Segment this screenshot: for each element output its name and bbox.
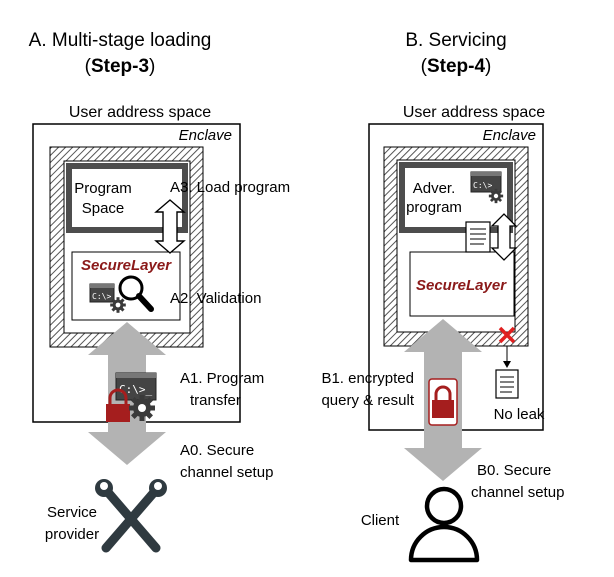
no-leak-label: No leak <box>494 406 545 423</box>
panel-a-step-label: Step-3 <box>91 56 149 77</box>
panel-b-title: B. Servicing <box>405 30 506 51</box>
panel-a-securelayer-label: SecureLayer <box>81 257 172 274</box>
wrench-icon <box>95 479 167 553</box>
a1-label-1: A1. Program <box>180 370 264 387</box>
svg-text:C:\>: C:\> <box>92 292 111 301</box>
panel-b-enclave-label: Enclave <box>483 127 536 144</box>
panel-b-user-space-label: User address space <box>403 104 545 121</box>
person-icon <box>408 486 480 563</box>
client-label: Client <box>361 512 400 529</box>
panel-b-step: (Step-4) <box>421 56 492 77</box>
adver-label-2: program <box>406 199 462 216</box>
panel-a-program-label-2: Space <box>82 200 125 217</box>
padlock-icon <box>428 378 458 426</box>
b1-label-1: B1. encrypted <box>321 370 414 387</box>
a3-label: A3. Load program <box>170 179 290 196</box>
service-provider-label-2: provider <box>45 526 99 543</box>
terminal-icon: C:\>_ <box>115 372 157 401</box>
b1-label-2: query & result <box>321 392 414 409</box>
diagram-canvas: A. Multi-stage loading (Step-3) User add… <box>29 30 564 563</box>
panel-a-step: (Step-3) <box>85 56 156 77</box>
document-icon <box>495 369 519 399</box>
a1-label-2: transfer <box>190 392 241 409</box>
a0-label-1: A0. Secure <box>180 442 254 459</box>
panel-b-securelayer-label: SecureLayer <box>416 277 507 294</box>
svg-text:C:\>: C:\> <box>473 181 492 190</box>
panel-a-user-space-label: User address space <box>69 104 211 121</box>
gear-icon <box>110 297 126 313</box>
gear-icon <box>129 395 155 421</box>
b0-label-2: channel setup <box>471 484 564 501</box>
panel-a-enclave-label: Enclave <box>179 127 232 144</box>
terminal-icon: C:\> <box>89 283 115 303</box>
adver-label-1: Adver. <box>413 180 456 197</box>
service-provider-label-1: Service <box>47 504 97 521</box>
panel-a-title: A. Multi-stage loading <box>29 30 212 51</box>
panel-a-program-label-1: Program <box>74 180 132 197</box>
panel-b-step-label: Step-4 <box>427 56 486 77</box>
gear-icon <box>488 188 504 204</box>
a2-label: A2. Validation <box>170 290 261 307</box>
document-icon <box>465 221 491 253</box>
b0-label-1: B0. Secure <box>477 462 551 479</box>
a0-label-2: channel setup <box>180 464 273 481</box>
